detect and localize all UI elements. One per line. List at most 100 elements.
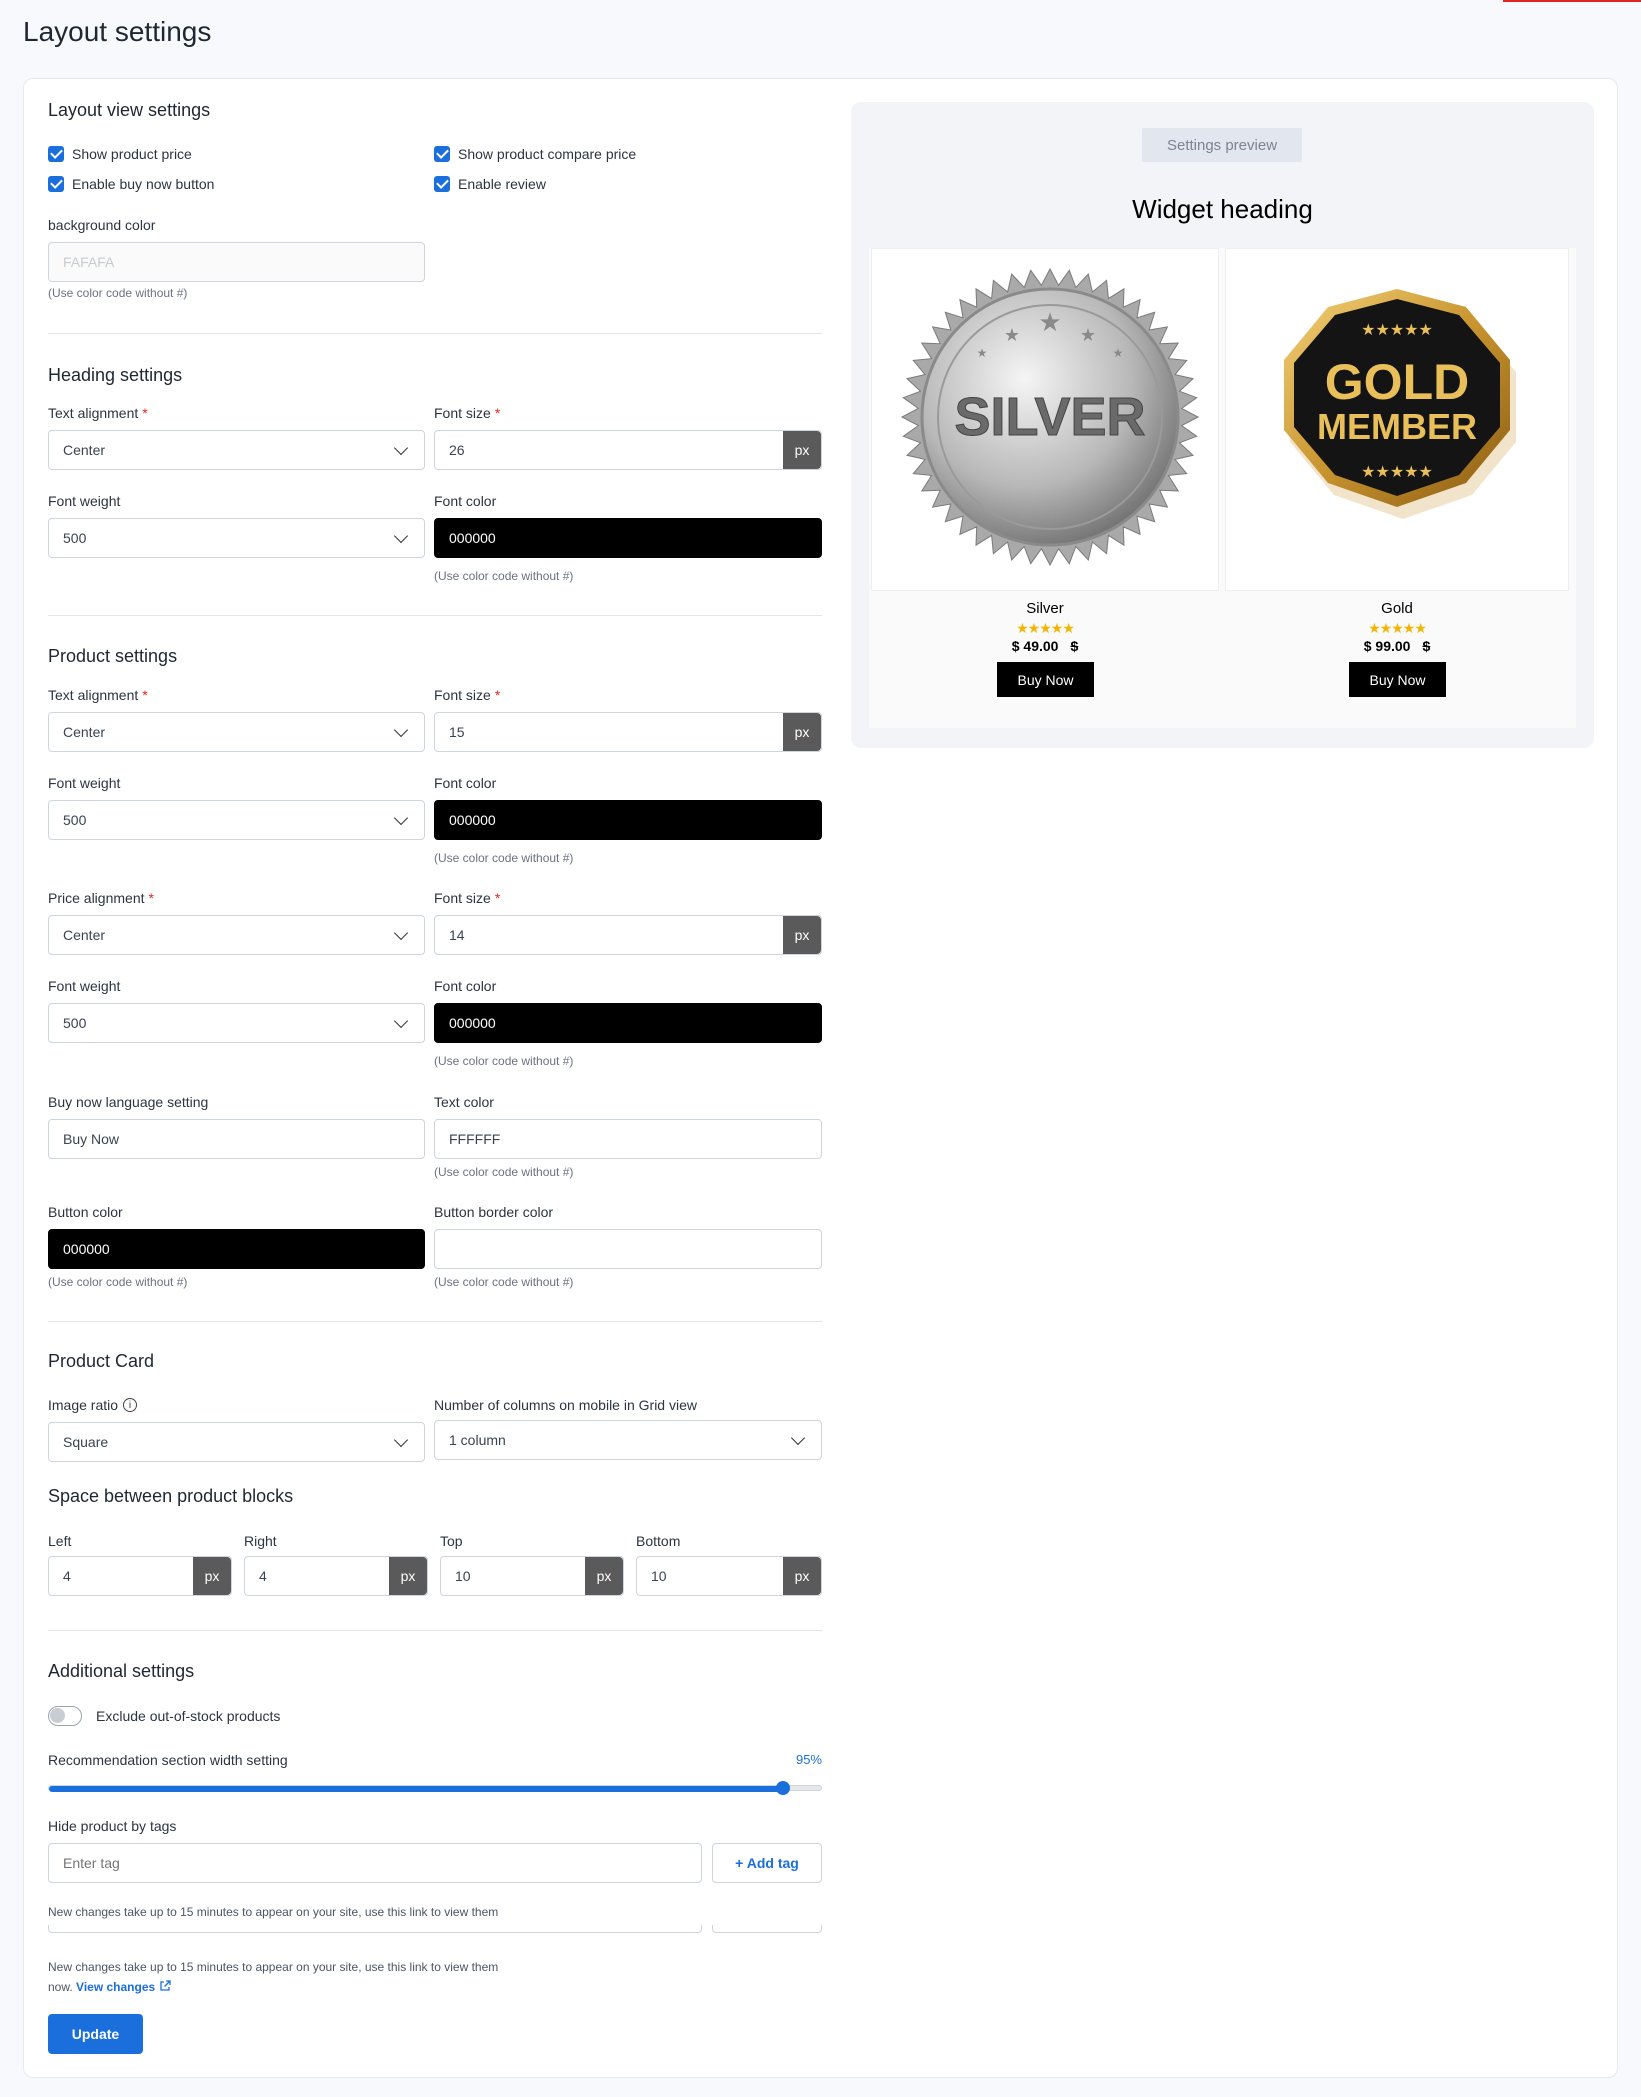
space-top-label: Top	[440, 1533, 463, 1549]
product-card-title: Product Card	[48, 1351, 155, 1371]
heading-font-size-input[interactable]: 26 px	[434, 430, 822, 470]
text-color-input[interactable]: FFFFFF	[434, 1119, 822, 1159]
price-color-hint: (Use color code without #)	[434, 1054, 574, 1068]
bg-color-label: background color	[48, 217, 156, 233]
product-price: $ 99.00 $	[1363, 638, 1431, 654]
exclude-oos-label: Exclude out-of-stock products	[96, 1708, 281, 1724]
space-left-label: Left	[48, 1533, 72, 1549]
heading-settings-title: Heading settings	[48, 365, 183, 385]
select-value: 500	[63, 530, 87, 546]
space-right-input[interactable]: 4 px	[244, 1556, 428, 1596]
rating-stars: ★★★★★	[1016, 620, 1075, 636]
heading-text-align-select[interactable]: Center	[48, 430, 425, 470]
button-border-color-label: Button border color	[434, 1204, 554, 1220]
text-color-label: Text color	[434, 1094, 494, 1110]
buy-now-button[interactable]: Buy Now	[1349, 662, 1446, 697]
silver-badge-text: SILVER	[954, 387, 1145, 447]
tag-input[interactable]	[48, 1843, 702, 1883]
price-align-label: Price alignment *	[48, 890, 154, 906]
heading-font-color-input[interactable]: 000000	[434, 518, 822, 558]
divider	[48, 1321, 822, 1322]
view-changes-link[interactable]: View changes	[76, 1980, 171, 1994]
page-title: Layout settings	[23, 16, 212, 47]
space-between-title: Space between product blocks	[48, 1486, 294, 1506]
checkbox-label: Show product price	[72, 146, 192, 162]
price-font-weight-label: Font weight	[48, 978, 121, 994]
price-font-weight-select[interactable]: 500	[48, 1003, 425, 1043]
compare-price: $	[1070, 638, 1079, 654]
price-font-color-input[interactable]: 000000	[434, 1003, 822, 1043]
rating-stars: ★★★★★	[1368, 620, 1427, 636]
heading-font-color-label: Font color	[434, 493, 497, 509]
heading-text-align-label: Text alignment *	[48, 405, 148, 421]
checkbox-checked-icon	[48, 176, 64, 192]
checkbox-enable-buy-now[interactable]: Enable buy now button	[48, 176, 214, 192]
chevron-down-icon	[393, 810, 409, 825]
product-color-hint: (Use color code without #)	[434, 851, 574, 865]
select-value: Center	[63, 724, 106, 740]
add-tag-button[interactable]: + Add tag	[712, 1843, 822, 1883]
price-font-size-input[interactable]: 14 px	[434, 915, 822, 955]
product-name: Gold	[1381, 600, 1413, 617]
checkbox-enable-review[interactable]: Enable review	[434, 176, 546, 192]
px-unit: px	[783, 916, 821, 954]
space-bottom-input[interactable]: 10 px	[636, 1556, 822, 1596]
buy-now-button[interactable]: Buy Now	[997, 662, 1094, 697]
heading-font-weight-select[interactable]: 500	[48, 518, 425, 558]
exclude-oos-toggle[interactable]	[48, 1706, 82, 1726]
product-text-align-select[interactable]: Center	[48, 712, 425, 752]
checkbox-checked-icon	[48, 146, 64, 162]
button-color-label: Button color	[48, 1204, 123, 1220]
px-unit: px	[389, 1557, 427, 1595]
external-link-icon	[159, 1980, 171, 1991]
px-unit: px	[585, 1557, 623, 1595]
chevron-down-icon	[393, 528, 409, 543]
price-align-select[interactable]: Center	[48, 915, 425, 955]
checkbox-show-price[interactable]: Show product price	[48, 146, 192, 162]
input-value: 4	[63, 1568, 71, 1584]
gold-badge-text: GOLD	[1325, 354, 1469, 410]
chevron-down-icon	[393, 722, 409, 737]
divider	[48, 615, 822, 616]
button-border-color-input[interactable]	[434, 1229, 822, 1269]
product-font-weight-select[interactable]: 500	[48, 800, 425, 840]
product-settings-title: Product settings	[48, 646, 178, 666]
width-slider[interactable]	[48, 1785, 822, 1792]
update-button[interactable]: Update	[48, 2014, 143, 2054]
select-value: Center	[63, 927, 106, 943]
bg-color-hint: (Use color code without #)	[48, 286, 188, 300]
gold-badge-image: GOLD MEMBER ★★★★★ ★★★★★	[1284, 289, 1516, 519]
product-font-color-input[interactable]: 000000	[434, 800, 822, 840]
select-value: Square	[63, 1434, 109, 1450]
product-font-color-label: Font color	[434, 775, 497, 791]
input-value: 4	[259, 1568, 267, 1584]
width-setting-value: 95%	[795, 1752, 822, 1767]
slider-fill	[49, 1786, 785, 1792]
svg-text:★: ★	[977, 346, 988, 360]
checkbox-label: Enable buy now button	[72, 176, 215, 192]
button-color-input[interactable]: 000000	[48, 1229, 425, 1269]
mobile-columns-label: Number of columns on mobile in Grid view	[434, 1397, 697, 1413]
input-value: 10	[651, 1568, 667, 1584]
info-icon[interactable]: i	[123, 1398, 138, 1412]
product-image-silver[interactable]: SILVER ★ ★ ★ ★ ★	[871, 248, 1219, 591]
image-ratio-select[interactable]: Square	[48, 1422, 425, 1462]
bg-color-input[interactable]: FAFAFA	[48, 242, 425, 282]
svg-text:★: ★	[1080, 325, 1096, 345]
member-badge-text: MEMBER	[1317, 406, 1477, 447]
product-text-align-label: Text alignment *	[48, 687, 148, 703]
checkbox-show-compare-price[interactable]: Show product compare price	[434, 146, 636, 162]
price-font-color-label: Font color	[434, 978, 497, 994]
silver-badge-image: SILVER ★ ★ ★ ★ ★	[900, 267, 1200, 567]
settings-preview-panel: Settings preview Widget heading SILVER ★…	[851, 102, 1594, 748]
product-font-size-input[interactable]: 15 px	[434, 712, 822, 752]
hide-tags-label: Hide product by tags	[48, 1818, 177, 1834]
svg-text:★: ★	[1004, 325, 1020, 345]
space-top-input[interactable]: 10 px	[440, 1556, 624, 1596]
mobile-columns-select[interactable]: 1 column	[434, 1420, 822, 1460]
text-color-hint: (Use color code without #)	[434, 1165, 574, 1179]
space-left-input[interactable]: 4 px	[48, 1556, 232, 1596]
layout-view-title: Layout view settings	[48, 100, 211, 120]
product-image-gold[interactable]: GOLD MEMBER ★★★★★ ★★★★★	[1225, 248, 1569, 591]
buy-now-lang-input[interactable]: Buy Now	[48, 1119, 425, 1159]
